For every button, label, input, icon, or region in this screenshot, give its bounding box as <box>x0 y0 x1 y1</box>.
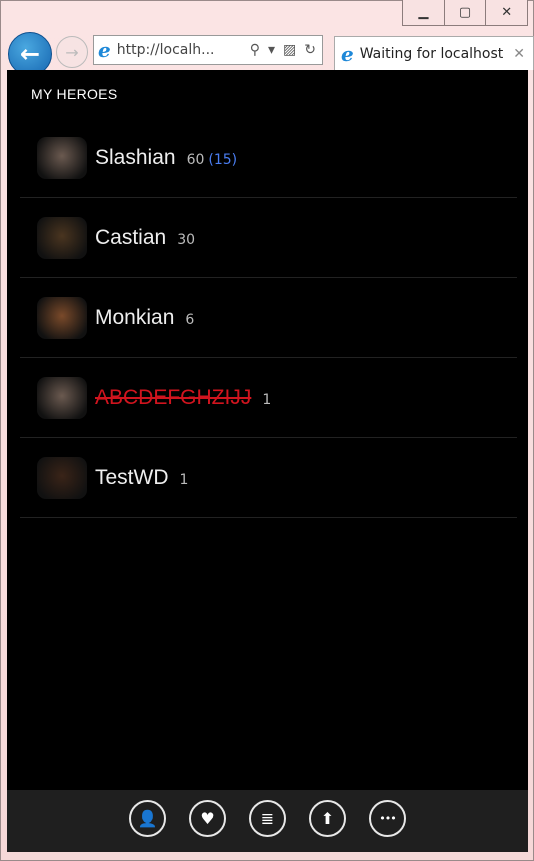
arrow-right-icon: → <box>65 42 79 62</box>
hero-paragon-level: (15) <box>208 151 238 168</box>
more-icon: ••• <box>379 812 396 825</box>
person-icon: 👤 <box>137 809 158 828</box>
arrow-up-icon: ⬆ <box>320 809 335 828</box>
compatibility-icon[interactable]: ▨ <box>283 42 296 58</box>
ie-logo-icon: e <box>341 41 354 66</box>
search-icon[interactable]: ⚲ <box>250 42 260 58</box>
restore-button[interactable]: ▢ <box>443 0 486 25</box>
list-icon: ≣ <box>260 809 275 828</box>
arrow-left-icon: ← <box>19 40 41 68</box>
hero-list: Slashian 60 (15) Castian 30 Monkian 6 ABC… <box>20 118 517 518</box>
hero-row[interactable]: Castian 30 <box>20 198 517 278</box>
hero-row[interactable]: Slashian 60 (15) <box>20 118 517 198</box>
browser-tab[interactable]: e Waiting for localhost ✕ <box>334 36 534 70</box>
hero-name: TestWD <box>95 465 169 489</box>
close-button[interactable]: ✕ <box>485 0 527 25</box>
hero-level: 1 <box>262 391 272 408</box>
person-button[interactable]: 👤 <box>129 800 166 837</box>
hero-avatar <box>37 136 87 179</box>
refresh-icon[interactable]: ↻ <box>304 42 316 58</box>
address-bar[interactable]: e http://localh... ⚲ ▾ ▨ ↻ <box>93 35 323 65</box>
hero-name: ABCDEFGHZIJJ <box>95 385 252 409</box>
ie-logo-icon: e <box>98 38 111 62</box>
hero-level: 6 <box>185 311 195 328</box>
page-title: MY HEROES <box>31 86 118 102</box>
forward-button[interactable]: → <box>56 36 88 68</box>
hero-avatar <box>37 456 87 499</box>
hero-name: Slashian <box>95 145 176 169</box>
hero-row[interactable]: Monkian 6 <box>20 278 517 358</box>
hero-level: 30 <box>177 231 196 248</box>
more-button[interactable]: ••• <box>369 800 406 837</box>
hero-name: Castian <box>95 225 167 249</box>
hero-avatar <box>37 376 87 419</box>
app-content: MY HEROES Slashian 60 (15) Castian 30 Mon… <box>7 70 528 790</box>
hero-level: 60 <box>186 151 205 168</box>
chevron-down-icon[interactable]: ▾ <box>268 42 275 58</box>
hero-avatar <box>37 296 87 339</box>
heart-icon: ♥ <box>200 809 215 828</box>
window-controls: ▁ ▢ ✕ <box>402 0 528 26</box>
hero-row[interactable]: TestWD 1 <box>20 438 517 518</box>
hero-level: 1 <box>179 471 189 488</box>
close-tab-icon[interactable]: ✕ <box>513 46 525 62</box>
arrow-up-button[interactable]: ⬆ <box>309 800 346 837</box>
address-text[interactable]: http://localh... <box>117 42 215 58</box>
tab-title: Waiting for localhost <box>359 45 504 62</box>
app-bar: 👤 ♥ ≣ ⬆ ••• <box>7 790 528 852</box>
list-button[interactable]: ≣ <box>249 800 286 837</box>
heart-button[interactable]: ♥ <box>189 800 226 837</box>
hero-avatar <box>37 216 87 259</box>
minimize-button[interactable]: ▁ <box>403 0 444 25</box>
hero-row[interactable]: ABCDEFGHZIJJ 1 <box>20 358 517 438</box>
hero-name: Monkian <box>95 305 175 329</box>
